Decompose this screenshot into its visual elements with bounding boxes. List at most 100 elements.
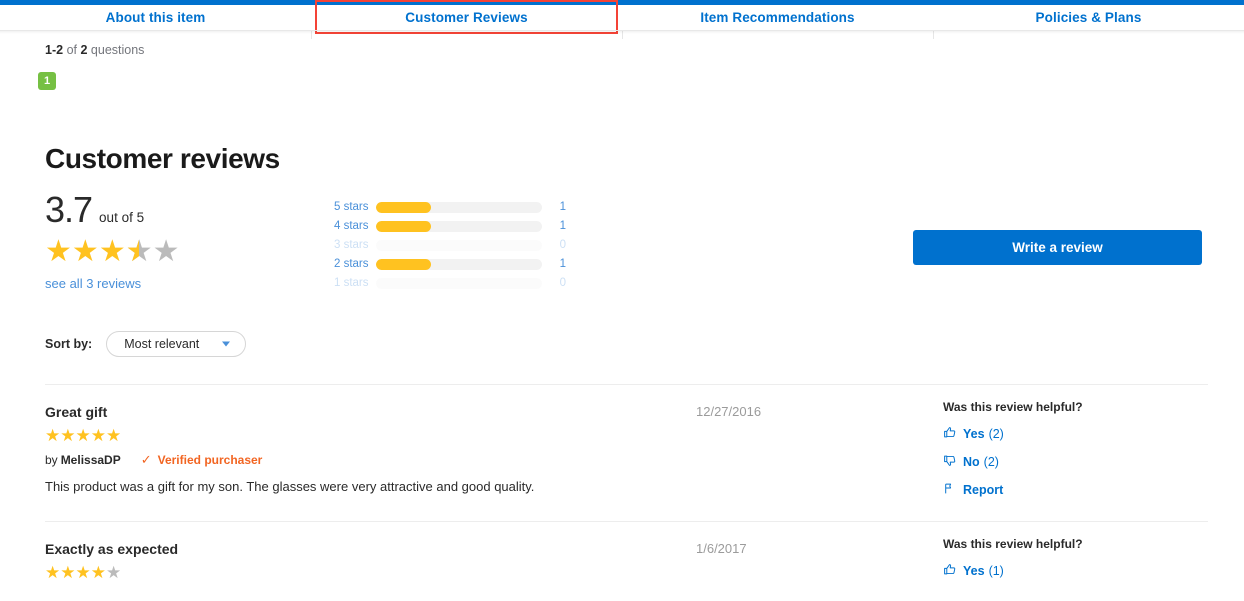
customer-reviews-page: About this item Customer Reviews Item Re… (0, 0, 1244, 601)
rating-bar-row[interactable]: 3 stars 0 (334, 238, 566, 252)
rating-bar-count: 1 (559, 258, 566, 270)
rating-score-row: 3.7 out of 5 (45, 192, 180, 228)
review-author: MelissaDP (60, 453, 121, 467)
vote-label: Yes (963, 427, 985, 441)
review-stars: ★ ★ ★ ★ ★ (45, 564, 685, 581)
rating-bar-label[interactable]: 1 stars (334, 277, 376, 289)
pagination-page-1[interactable]: 1 (38, 72, 56, 90)
review-content: Great gift ★ ★ ★ ★ ★ by MelissaDP ✓ Verified purc… (45, 404, 685, 497)
star-icon: ★ (45, 562, 61, 582)
rating-bar-label[interactable]: 2 stars (334, 258, 376, 270)
review-title: Great gift (45, 404, 108, 420)
review-by-prefix: by (45, 453, 58, 467)
thumbs-down-icon (943, 454, 963, 470)
tab-item-recommendations[interactable]: Item Recommendations (622, 5, 933, 39)
rating-distribution-chart: 5 stars 1 4 stars 1 3 stars 0 2 stars 1 1 stars 0 (334, 200, 566, 295)
write-review-button[interactable]: Write a review (913, 230, 1202, 265)
rating-bar-track[interactable] (376, 201, 542, 213)
page-title: Customer reviews (45, 143, 280, 174)
thumbs-up-vote-button[interactable]: Yes (2) (943, 426, 1208, 442)
review-author-line: by MelissaDP ✓ Verified purchaser (45, 452, 685, 468)
rating-bar-row[interactable]: 5 stars 1 (334, 200, 566, 214)
review-date: 12/27/2016 (696, 404, 762, 419)
review-list: Great gift ★ ★ ★ ★ ★ by MelissaDP ✓ Verified purc… (45, 384, 1208, 601)
questions-range: 1-2 (45, 43, 64, 57)
tab-label: Item Recommendations (700, 10, 855, 25)
rating-bar-track[interactable] (376, 258, 542, 270)
review-item: Exactly as expected ★ ★ ★ ★ ★ 1/6/2017 Was this… (45, 522, 1208, 601)
vote-label: Report (963, 483, 1004, 497)
star-empty-icon: ★ (152, 235, 180, 268)
rating-bar-label[interactable]: 3 stars (334, 239, 376, 251)
thumbs-up-icon (943, 426, 963, 442)
star-half-icon: ★ (126, 237, 153, 268)
helpful-question: Was this review helpful? (943, 536, 1083, 551)
rating-bar-fill (376, 201, 432, 213)
verified-purchaser-badge: ✓ Verified purchaser (141, 452, 263, 468)
star-icon: ★ (90, 426, 106, 445)
rating-bar-label[interactable]: 4 stars (334, 220, 376, 232)
rating-bar-count: 1 (559, 220, 566, 232)
helpful-question: Was this review helpful? (943, 400, 1083, 414)
rating-bar-track[interactable] (376, 220, 542, 232)
rating-bar-track[interactable] (376, 277, 542, 289)
review-content: Exactly as expected ★ ★ ★ ★ ★ (45, 541, 685, 581)
review-item: Great gift ★ ★ ★ ★ ★ by MelissaDP ✓ Verified purc… (45, 385, 1208, 521)
sort-control: Sort by: Most relevant (45, 331, 247, 357)
flag-vote-button[interactable]: Report (943, 482, 1208, 498)
product-tabbar: About this item Customer Reviews Item Re… (0, 0, 1244, 39)
thumbs-up-icon (943, 563, 963, 579)
tab-customer-reviews[interactable]: Customer Reviews (311, 0, 622, 39)
star-empty-icon: ★ (106, 562, 122, 582)
vote-label: No (963, 455, 980, 469)
rating-bar-row[interactable]: 4 stars 1 (334, 219, 566, 233)
sort-select[interactable]: Most relevant (106, 331, 247, 357)
star-icon: ★ (75, 426, 91, 445)
rating-bar-row[interactable]: 2 stars 1 (334, 257, 566, 271)
review-body: This product was a gift for my son. The … (45, 479, 535, 494)
tab-label: Customer Reviews (405, 10, 528, 25)
star-icon: ★ (71, 235, 99, 268)
vote-count: (2) (983, 455, 999, 469)
questions-total: 2 (80, 43, 88, 57)
star-icon: ★ (98, 235, 126, 268)
vote-count: (1) (988, 563, 1004, 578)
star-icon: ★ (90, 562, 106, 582)
rating-stars: ★ ★ ★ ★ ★ (45, 235, 180, 268)
tabbar-shadow (0, 31, 1244, 34)
thumbs-down-vote-button[interactable]: No (2) (943, 454, 1208, 470)
rating-bar-label[interactable]: 5 stars (334, 201, 376, 213)
rating-bar-track[interactable] (376, 239, 542, 251)
sort-label: Sort by: (45, 337, 93, 351)
rating-bar-count: 0 (559, 277, 566, 289)
rating-bar-row[interactable]: 1 stars 0 (334, 276, 566, 290)
see-all-reviews-link[interactable]: see all 3 reviews (45, 276, 180, 291)
thumbs-up-vote-button[interactable]: Yes (1) (943, 563, 1208, 579)
star-icon: ★ (75, 562, 91, 582)
star-icon: ★ (45, 235, 72, 268)
tab-policies-plans[interactable]: Policies & Plans (933, 5, 1244, 39)
check-icon: ✓ (140, 452, 152, 467)
rating-bar-count: 0 (559, 239, 566, 251)
questions-of: of (66, 43, 77, 57)
review-helpful-block: Was this review helpful? Yes (2) No (2) Repor… (943, 400, 1208, 498)
tab-about-this-item[interactable]: About this item (0, 5, 311, 30)
star-icon: ★ (60, 426, 76, 445)
rating-bar-count: 1 (559, 201, 566, 213)
tab-label: Policies & Plans (1035, 10, 1142, 25)
flag-icon (943, 482, 963, 498)
chevron-down-icon (222, 341, 231, 347)
questions-noun: questions (90, 43, 145, 57)
rating-out-of: out of 5 (99, 210, 145, 225)
vote-count: (2) (988, 427, 1004, 441)
tab-label: About this item (105, 10, 206, 25)
rating-bar-fill (376, 220, 432, 232)
star-icon: ★ (106, 426, 122, 445)
review-date: 1/6/2017 (696, 540, 747, 556)
star-icon: ★ (45, 426, 61, 445)
rating-bar-fill (376, 258, 432, 270)
review-helpful-block: Was this review helpful? Yes (1) (943, 537, 1208, 579)
rating-summary: 3.7 out of 5 ★ ★ ★ ★ ★ see all 3 reviews (45, 192, 180, 292)
star-icon: ★ (60, 562, 76, 582)
rating-value: 3.7 (45, 189, 93, 230)
